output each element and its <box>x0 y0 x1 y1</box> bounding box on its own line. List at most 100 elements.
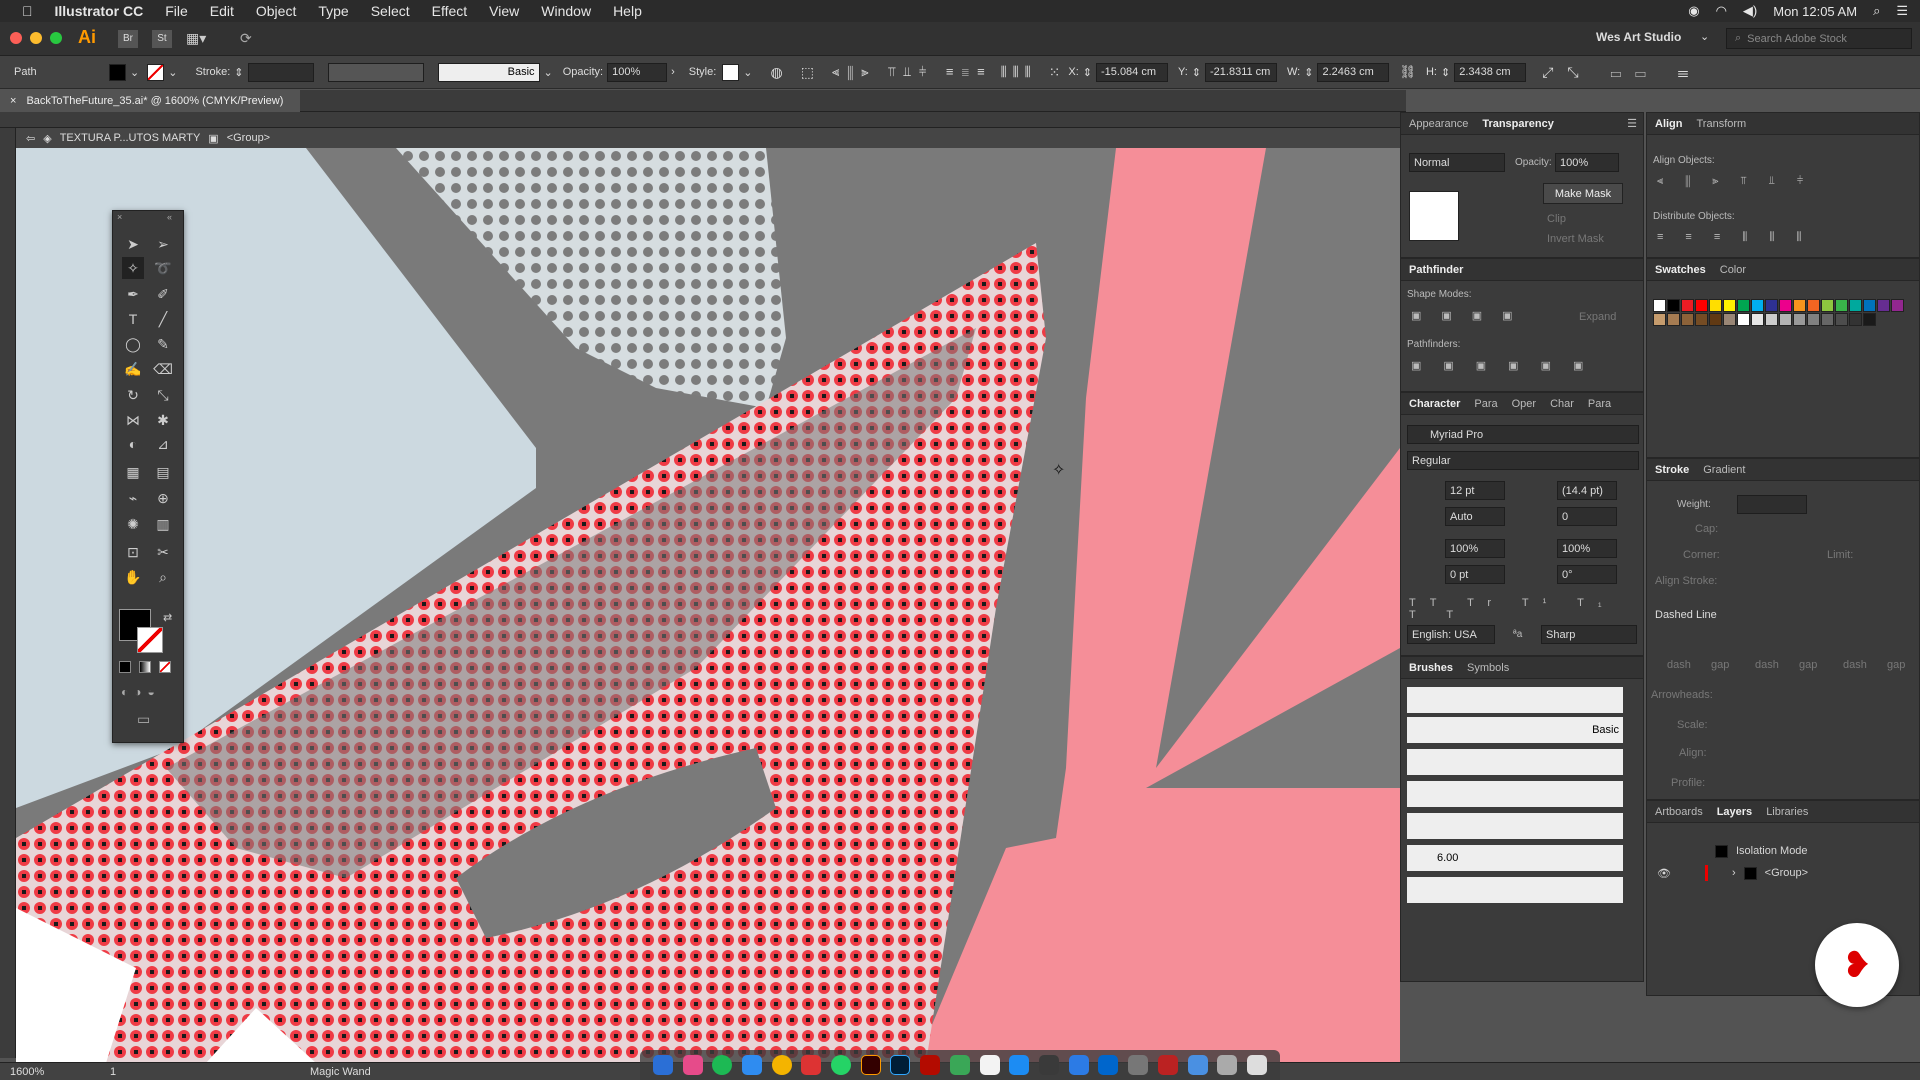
chevron-down-icon[interactable]: ⌄ <box>1700 30 1709 43</box>
direct-selection-tool-icon[interactable]: ➢ <box>152 233 174 255</box>
swatch[interactable] <box>1863 299 1876 312</box>
swatch[interactable] <box>1681 313 1694 326</box>
document-tab[interactable]: × BackToTheFuture_35.ai* @ 1600% (CMYK/P… <box>0 90 300 112</box>
perspective-grid-tool-icon[interactable]: ⊿ <box>152 433 174 455</box>
photoshop-icon[interactable] <box>890 1055 911 1075</box>
swatch[interactable] <box>1667 299 1680 312</box>
record-icon[interactable]: ◉ <box>1688 3 1699 19</box>
swatch[interactable] <box>1779 299 1792 312</box>
layer-row-isolation[interactable]: Isolation Mode <box>1647 841 1919 861</box>
paintbrush-tool-icon[interactable]: ✎ <box>152 333 174 355</box>
blend-tool-icon[interactable]: ⊕ <box>152 487 174 509</box>
stepper-icon[interactable]: ⇕ <box>1304 66 1313 79</box>
swatch[interactable] <box>1695 299 1708 312</box>
stroke-weight-field[interactable] <box>247 62 314 82</box>
tab-opentype[interactable]: Oper <box>1512 398 1536 410</box>
menu-effect[interactable]: Effect <box>432 3 468 19</box>
swatch[interactable] <box>1877 299 1890 312</box>
minimize-window-button[interactable] <box>30 32 42 44</box>
draw-mode-icons[interactable]: ◐◑◒ <box>121 685 161 699</box>
finder-icon[interactable] <box>652 1055 673 1075</box>
reference-point-icon[interactable]: ⁙ <box>1049 64 1061 81</box>
close-icon[interactable]: × <box>117 212 122 222</box>
acrobat-icon[interactable] <box>920 1055 941 1075</box>
stepper-icon[interactable]: ⇕ <box>1083 66 1092 79</box>
gpu-performance-icon[interactable]: ⟳ <box>240 30 252 47</box>
arrange-documents-icon[interactable]: ▦▾ <box>186 30 206 47</box>
tab-layers[interactable]: Layers <box>1717 806 1752 818</box>
artboard-canvas[interactable]: ✧ <box>16 148 1400 1063</box>
align-to-icon[interactable]: ⬚ <box>801 64 814 81</box>
menu-object[interactable]: Object <box>256 3 296 19</box>
chevron-down-icon[interactable]: ⌄ <box>168 66 177 79</box>
tab-gradient[interactable]: Gradient <box>1703 464 1745 476</box>
graph-tool-icon[interactable]: ▥ <box>152 513 174 535</box>
baseline-shift-field[interactable]: 0 pt <box>1445 565 1505 584</box>
hand-tool-icon[interactable]: ✋ <box>122 566 144 588</box>
magic-wand-tool-icon[interactable]: ✧ <box>122 257 144 279</box>
chevron-down-icon[interactable]: ⌄ <box>743 66 752 79</box>
stepper-icon[interactable]: ⇕ <box>1441 66 1450 79</box>
curvature-tool-icon[interactable]: ✐ <box>152 283 174 305</box>
anti-aliasing-select[interactable]: Sharp <box>1541 625 1637 644</box>
tab-transform[interactable]: Transform <box>1697 118 1747 130</box>
maximize-window-button[interactable] <box>50 32 62 44</box>
stepper-icon[interactable]: ⇕ <box>1192 66 1201 79</box>
swatch[interactable] <box>1723 313 1736 326</box>
stroke-swatch[interactable] <box>147 63 165 81</box>
brush-taper[interactable] <box>1407 813 1623 839</box>
swatch[interactable] <box>1891 299 1904 312</box>
edge-icon[interactable] <box>1098 1055 1119 1075</box>
tab-paragraph[interactable]: Para <box>1474 398 1497 410</box>
invert-mask-checkbox-label[interactable]: Invert Mask <box>1547 233 1604 245</box>
brush-definition[interactable]: Basic <box>437 62 540 82</box>
swatch[interactable] <box>1835 299 1848 312</box>
swatch[interactable] <box>1835 313 1848 326</box>
tab-symbols[interactable]: Symbols <box>1467 662 1509 674</box>
swatch[interactable] <box>1779 313 1792 326</box>
search-stock-field[interactable]: ⌕ Search Adobe Stock <box>1726 28 1912 49</box>
swatch[interactable] <box>1821 299 1834 312</box>
font-style-select[interactable]: Regular <box>1407 451 1639 470</box>
horizontal-ruler[interactable] <box>0 112 1400 128</box>
swatch[interactable] <box>1653 299 1666 312</box>
tab-swatches[interactable]: Swatches <box>1655 264 1706 276</box>
screenshot-icon[interactable] <box>1038 1055 1059 1075</box>
pathfinder-buttons[interactable]: ▣▣▣▣▣▣ <box>1411 359 1605 372</box>
panel-menu-icon[interactable]: ☰ <box>1627 117 1637 130</box>
w-field[interactable]: 2.2463 cm <box>1317 62 1390 82</box>
opacity-field[interactable]: 100% <box>607 62 668 82</box>
clock[interactable]: Mon 12:05 AM <box>1773 4 1857 19</box>
close-window-button[interactable] <box>10 32 22 44</box>
menu-file[interactable]: File <box>165 3 188 19</box>
tab-libraries[interactable]: Libraries <box>1766 806 1808 818</box>
workspace-switcher[interactable]: Wes Art Studio <box>1596 30 1681 44</box>
font-size-field[interactable]: 12 pt <box>1445 481 1505 500</box>
line-tool-icon[interactable]: ╱ <box>152 308 174 330</box>
symbol-sprayer-tool-icon[interactable]: ✺ <box>122 513 144 535</box>
fill-swatch[interactable] <box>109 63 126 81</box>
language-select[interactable]: English: USA <box>1407 625 1495 644</box>
swatch[interactable] <box>1793 313 1806 326</box>
swatch[interactable] <box>1737 299 1750 312</box>
app-store-icon[interactable] <box>1009 1055 1030 1075</box>
h-field[interactable]: 2.3438 cm <box>1454 62 1527 82</box>
mesh-tool-icon[interactable]: ▦ <box>122 461 144 483</box>
eye-icon[interactable]: 👁 <box>1657 867 1671 880</box>
menu-app-name[interactable]: Illustrator CC <box>55 3 144 19</box>
shaper-tool-icon[interactable]: ✍ <box>122 358 144 380</box>
swatch[interactable] <box>1849 299 1862 312</box>
zoom-tool-icon[interactable]: ⌕ <box>152 566 174 588</box>
bridge-button[interactable]: Br <box>118 30 138 48</box>
selection-tool-icon[interactable]: ➤ <box>122 233 144 255</box>
brush-basic[interactable]: Basic <box>1407 717 1623 743</box>
swatch[interactable] <box>1765 299 1778 312</box>
crumb-layer[interactable]: TEXTURA P...UTOS MARTY <box>60 132 201 144</box>
graphic-style-swatch[interactable] <box>722 63 740 81</box>
brush-charcoal[interactable] <box>1407 749 1623 775</box>
expand-button[interactable]: Expand <box>1579 311 1616 323</box>
swatch[interactable] <box>1765 313 1778 326</box>
crumb-group[interactable]: <Group> <box>227 132 270 144</box>
screen-mode-icon[interactable]: ▭ <box>137 711 150 728</box>
eraser-tool-icon[interactable]: ⌫ <box>152 358 174 380</box>
